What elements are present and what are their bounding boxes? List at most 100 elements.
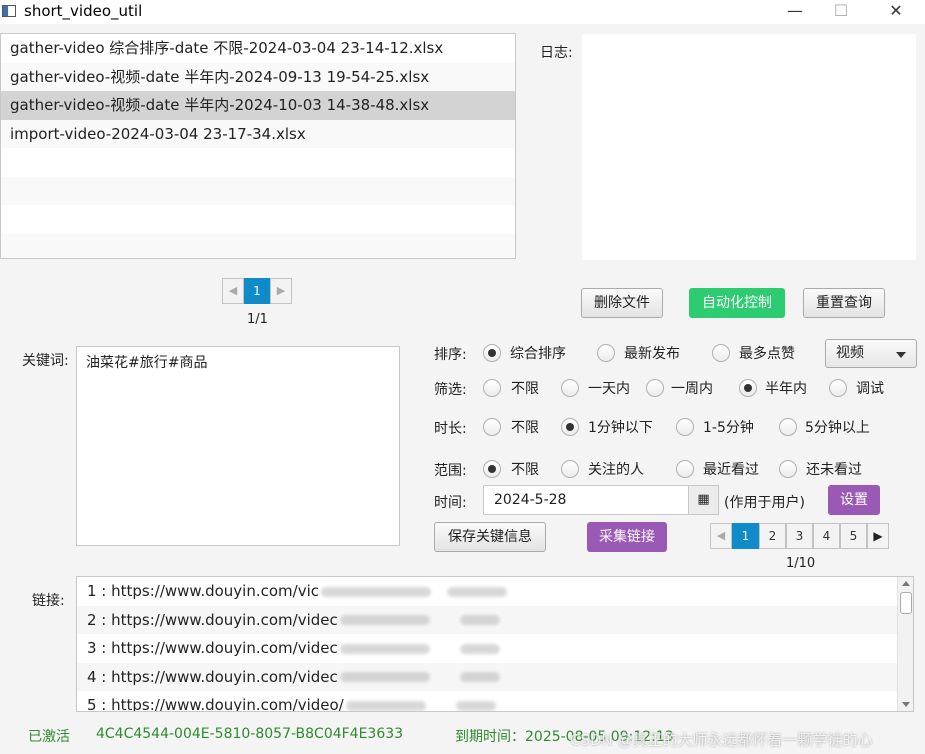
links-label: 链接: [32, 593, 65, 609]
links-page-4[interactable]: 4 [813, 523, 840, 549]
time-note: (作用于用户) [724, 495, 805, 511]
radio-button[interactable] [483, 418, 501, 436]
empty-row [1, 233, 515, 258]
radio-button[interactable] [483, 460, 501, 478]
csdn-watermark: CSDN @真正的大师永远都怀着一颗学徒的心 [570, 731, 873, 749]
radio-button[interactable] [676, 418, 694, 436]
scope-option-following[interactable]: 关注的人 [561, 459, 644, 479]
file-next-page-button[interactable]: ▶ [270, 278, 292, 304]
log-label: 日志: [540, 45, 573, 61]
link-text: 2 : https://www.douyin.com/videc [87, 610, 338, 629]
settings-button[interactable]: 设置 [828, 485, 880, 515]
radio-button[interactable] [739, 379, 757, 397]
reset-query-button[interactable]: 重置查询 [803, 288, 885, 318]
link-item[interactable]: 4 : https://www.douyin.com/videc [77, 662, 913, 691]
file-item-selected[interactable]: gather-video-视频-date 半年内-2024-10-03 14-3… [1, 91, 515, 120]
scroll-thumb[interactable] [900, 592, 912, 614]
duration-option-over-5min[interactable]: 5分钟以上 [779, 417, 870, 437]
duration-option-1-5min[interactable]: 1-5分钟 [676, 417, 754, 437]
links-page-2[interactable]: 2 [759, 523, 786, 549]
file-item[interactable]: import-video-2024-03-04 23-17-34.xlsx [1, 119, 515, 148]
time-label: 时间: [434, 495, 467, 511]
content-type-select[interactable]: 视频 [825, 339, 917, 368]
empty-row [1, 176, 515, 205]
delete-file-button[interactable]: 删除文件 [581, 288, 663, 318]
radio-button[interactable] [829, 379, 847, 397]
scope-label: 范围: [434, 463, 467, 479]
redacted-text [459, 643, 500, 654]
scope-option-any[interactable]: 不限 [483, 459, 539, 479]
activation-status: 已激活 [28, 729, 70, 745]
maximize-button[interactable]: ☐ [818, 0, 864, 24]
minimize-button[interactable]: — [772, 0, 818, 24]
scope-option-not-viewed[interactable]: 还未看过 [779, 459, 862, 479]
file-page-1[interactable]: 1 [244, 278, 270, 304]
content-type-value: 视频 [836, 345, 864, 361]
redacted-text [339, 672, 430, 682]
redacted-text [447, 586, 508, 597]
scope-option-recently-viewed[interactable]: 最近看过 [676, 459, 759, 479]
calendar-icon[interactable]: ▦ [688, 485, 719, 515]
link-text: 4 : https://www.douyin.com/videc [87, 667, 338, 686]
collect-links-button[interactable]: 采集链接 [587, 522, 667, 552]
close-button[interactable]: ✕ [873, 0, 919, 24]
empty-row [1, 205, 515, 234]
radio-button[interactable] [779, 418, 797, 436]
duration-option-under-1min[interactable]: 1分钟以下 [561, 417, 653, 437]
save-keywords-button[interactable]: 保存关键信息 [434, 522, 546, 552]
radio-button[interactable] [779, 460, 797, 478]
automation-control-button[interactable]: 自动化控制 [689, 288, 785, 318]
link-item[interactable]: 2 : https://www.douyin.com/videc [77, 605, 913, 634]
link-text: 5 : https://www.douyin.com/video/ [87, 696, 344, 712]
links-scrollbar[interactable] [897, 577, 913, 711]
radio-button[interactable] [646, 379, 664, 397]
links-prev-page-button[interactable]: ◀ [710, 523, 732, 549]
link-text: 3 : https://www.douyin.com/videc [87, 639, 338, 657]
links-page-5[interactable]: 5 [840, 523, 867, 549]
empty-row [1, 148, 515, 177]
keywords-input[interactable]: 油菜花#旅行#商品 [76, 346, 400, 546]
filter-option-one-week[interactable]: 一周内 [646, 378, 713, 398]
date-input[interactable]: 2024-5-28 [483, 485, 689, 515]
link-item[interactable]: 3 : https://www.douyin.com/videc [77, 634, 913, 663]
sort-label: 排序: [434, 347, 467, 363]
radio-button[interactable] [676, 460, 694, 478]
filter-option-half-year[interactable]: 半年内 [739, 378, 807, 398]
keywords-label: 关键词: [22, 353, 69, 369]
duration-option-any[interactable]: 不限 [483, 417, 539, 437]
links-list[interactable]: 1 : https://www.douyin.com/vic 2 : https… [76, 576, 914, 712]
radio-button[interactable] [561, 379, 579, 397]
redacted-text [339, 615, 430, 625]
redacted-text [459, 615, 500, 625]
redacted-text [459, 672, 500, 682]
log-area[interactable] [582, 34, 916, 260]
scroll-down-icon[interactable] [902, 702, 910, 707]
radio-button[interactable] [561, 460, 579, 478]
license-key: 4C4C4544-004E-5810-8057-B8C04F4E3633 [96, 726, 404, 742]
app-icon [2, 5, 16, 17]
sort-option-latest[interactable]: 最新发布 [597, 343, 680, 363]
filter-option-debug[interactable]: 调试 [829, 378, 884, 398]
radio-button[interactable] [483, 344, 501, 362]
sort-option-comprehensive[interactable]: 综合排序 [483, 343, 566, 363]
file-prev-page-button[interactable]: ◀ [222, 278, 244, 304]
link-item[interactable]: 1 : https://www.douyin.com/vic [77, 577, 913, 606]
radio-button[interactable] [597, 344, 615, 362]
file-item[interactable]: gather-video-视频-date 半年内-2024-09-13 19-5… [1, 62, 515, 91]
sort-option-most-liked[interactable]: 最多点赞 [712, 343, 795, 363]
radio-button[interactable] [712, 344, 730, 362]
link-text: 1 : https://www.douyin.com/vic [87, 582, 320, 600]
filter-option-one-day[interactable]: 一天内 [561, 378, 630, 398]
links-page-3[interactable]: 3 [786, 523, 813, 549]
links-page-info: 1/10 [786, 556, 816, 571]
radio-button[interactable] [561, 418, 579, 436]
filter-option-any[interactable]: 不限 [483, 378, 539, 398]
file-item[interactable]: gather-video 综合排序-date 不限-2024-03-04 23-… [1, 34, 515, 63]
file-list[interactable]: gather-video 综合排序-date 不限-2024-03-04 23-… [0, 33, 516, 259]
link-item[interactable]: 5 : https://www.douyin.com/video/ [77, 691, 913, 712]
filter-label: 筛选: [434, 382, 467, 398]
scroll-up-icon[interactable] [902, 581, 910, 586]
radio-button[interactable] [483, 379, 501, 397]
links-next-page-button[interactable]: ▶ [867, 523, 889, 549]
links-page-1[interactable]: 1 [732, 523, 759, 549]
